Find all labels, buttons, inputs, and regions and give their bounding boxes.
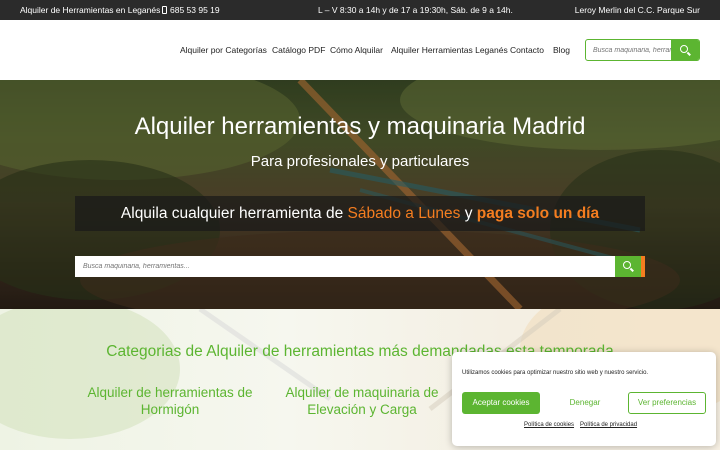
cookie-policy-link[interactable]: Política de cookies bbox=[524, 422, 574, 428]
nav-item-catalogo[interactable]: Catálogo PDF bbox=[272, 45, 325, 55]
nav-item-blog[interactable]: Blog bbox=[553, 45, 570, 55]
privacy-policy-link[interactable]: Política de privacidad bbox=[580, 422, 637, 428]
cookie-message: Utilizamos cookies para optimizar nuestr… bbox=[462, 370, 649, 376]
hero-subtitle: Para profesionales y particulares bbox=[250, 153, 470, 170]
hero-search-button[interactable] bbox=[615, 256, 641, 277]
promo-connector: y bbox=[460, 205, 477, 222]
category-elevacion[interactable]: Alquiler de maquinaria de Elevación y Ca… bbox=[272, 384, 452, 418]
phone-number: 685 53 95 19 bbox=[170, 5, 220, 15]
hero-title: Alquiler herramientas y maquinaria Madri… bbox=[134, 113, 586, 140]
category-hormigon[interactable]: Alquiler de herramientas de Hormigón bbox=[80, 384, 260, 418]
category-line2: Elevación y Carga bbox=[307, 402, 417, 417]
top-bar: Alquiler de Herramientas en Leganés 685 … bbox=[0, 0, 720, 20]
hero-banner: Alquiler herramientas y maquinaria Madri… bbox=[0, 80, 720, 309]
phone-link[interactable]: 685 53 95 19 bbox=[162, 5, 220, 15]
promo-banner: Alquila cualquier herramienta de Sábado … bbox=[75, 196, 645, 231]
header-search-button[interactable] bbox=[671, 40, 699, 60]
store-location: Leroy Merlin del C.C. Parque Sur bbox=[574, 5, 700, 15]
category-line2: Hormigón bbox=[140, 402, 200, 417]
hero-search-input[interactable] bbox=[75, 256, 615, 277]
nav-item-leganes[interactable]: Alquiler Herramientas Leganés bbox=[391, 45, 508, 55]
category-line1: Alquiler de herramientas de bbox=[87, 385, 253, 400]
promo-text: Alquila cualquier herramienta de bbox=[120, 205, 348, 222]
nav-item-categorias[interactable]: Alquiler por Categorías bbox=[180, 45, 267, 55]
opening-hours: L – V 8:30 a 14h y de 17 a 19:30h, Sáb. … bbox=[318, 5, 513, 15]
header-search bbox=[585, 39, 700, 61]
view-preferences-button[interactable]: Ver preferencias bbox=[628, 392, 706, 414]
header-search-input[interactable] bbox=[586, 40, 673, 60]
search-icon bbox=[680, 45, 688, 53]
phone-icon bbox=[162, 6, 167, 14]
store-name[interactable]: Alquiler de Herramientas en Leganés bbox=[20, 5, 160, 15]
nav-item-como-alquilar[interactable]: Cómo Alquilar bbox=[330, 45, 383, 55]
promo-highlight-price: paga solo un día bbox=[476, 205, 600, 222]
site-header: Alquiler por Categorías Catálogo PDF Cóm… bbox=[0, 20, 720, 80]
cookie-consent-panel: Utilizamos cookies para optimizar nuestr… bbox=[452, 352, 716, 446]
promo-highlight-days: Sábado a Lunes bbox=[347, 205, 461, 222]
accept-cookies-button[interactable]: Aceptar cookies bbox=[462, 392, 540, 414]
nav-item-contacto[interactable]: Contacto bbox=[510, 45, 544, 55]
hero-search bbox=[75, 256, 645, 277]
deny-cookies-button[interactable]: Denegar bbox=[546, 392, 624, 414]
category-line1: Alquiler de maquinaria de bbox=[285, 385, 439, 400]
search-icon bbox=[623, 261, 631, 269]
